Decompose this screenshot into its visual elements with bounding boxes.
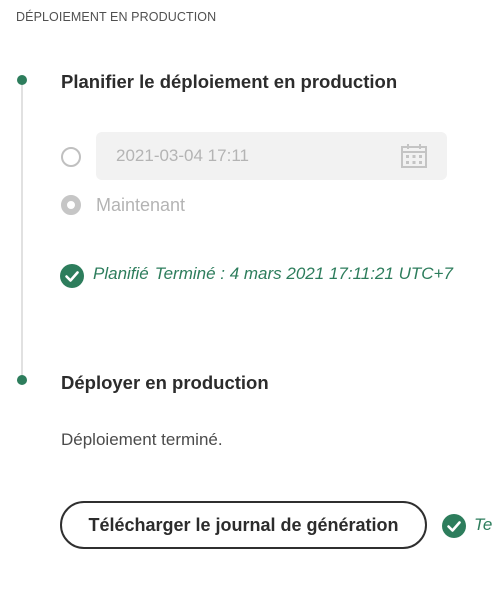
check-circle-icon (442, 514, 466, 538)
radio-now-label: Maintenant (96, 195, 186, 215)
step-dot-deploy (17, 375, 27, 385)
calendar-icon[interactable] (401, 144, 427, 168)
step-title-deploy: Déployer en production (61, 372, 269, 393)
timeline-line (21, 84, 23, 376)
status-detail: Terminé : 4 mars 2021 17:11:21 UTC+7 (154, 264, 453, 283)
step-dot-schedule (17, 75, 27, 85)
section-header: DÉPLOIEMENT EN PRODUCTION (16, 10, 217, 24)
status-label: Planifié (93, 264, 149, 283)
date-time-field[interactable]: 2021-03-04 17:11 (96, 132, 447, 180)
deploy-message: Déploiement terminé. (61, 430, 223, 449)
radio-now[interactable] (61, 195, 81, 215)
date-time-value: 2021-03-04 17:11 (116, 146, 249, 165)
check-circle-icon (60, 264, 84, 288)
deployment-panel: DÉPLOIEMENT EN PRODUCTION Planifier le d… (0, 0, 494, 602)
download-build-log-button[interactable]: Télécharger le journal de génération (60, 501, 427, 549)
step-title-schedule: Planifier le déploiement en production (61, 71, 398, 92)
schedule-status: Planifié Terminé : 4 mars 2021 17:11:21 U… (93, 264, 453, 284)
radio-scheduled-date[interactable] (61, 147, 81, 167)
deploy-status-truncated: Te (474, 515, 493, 534)
